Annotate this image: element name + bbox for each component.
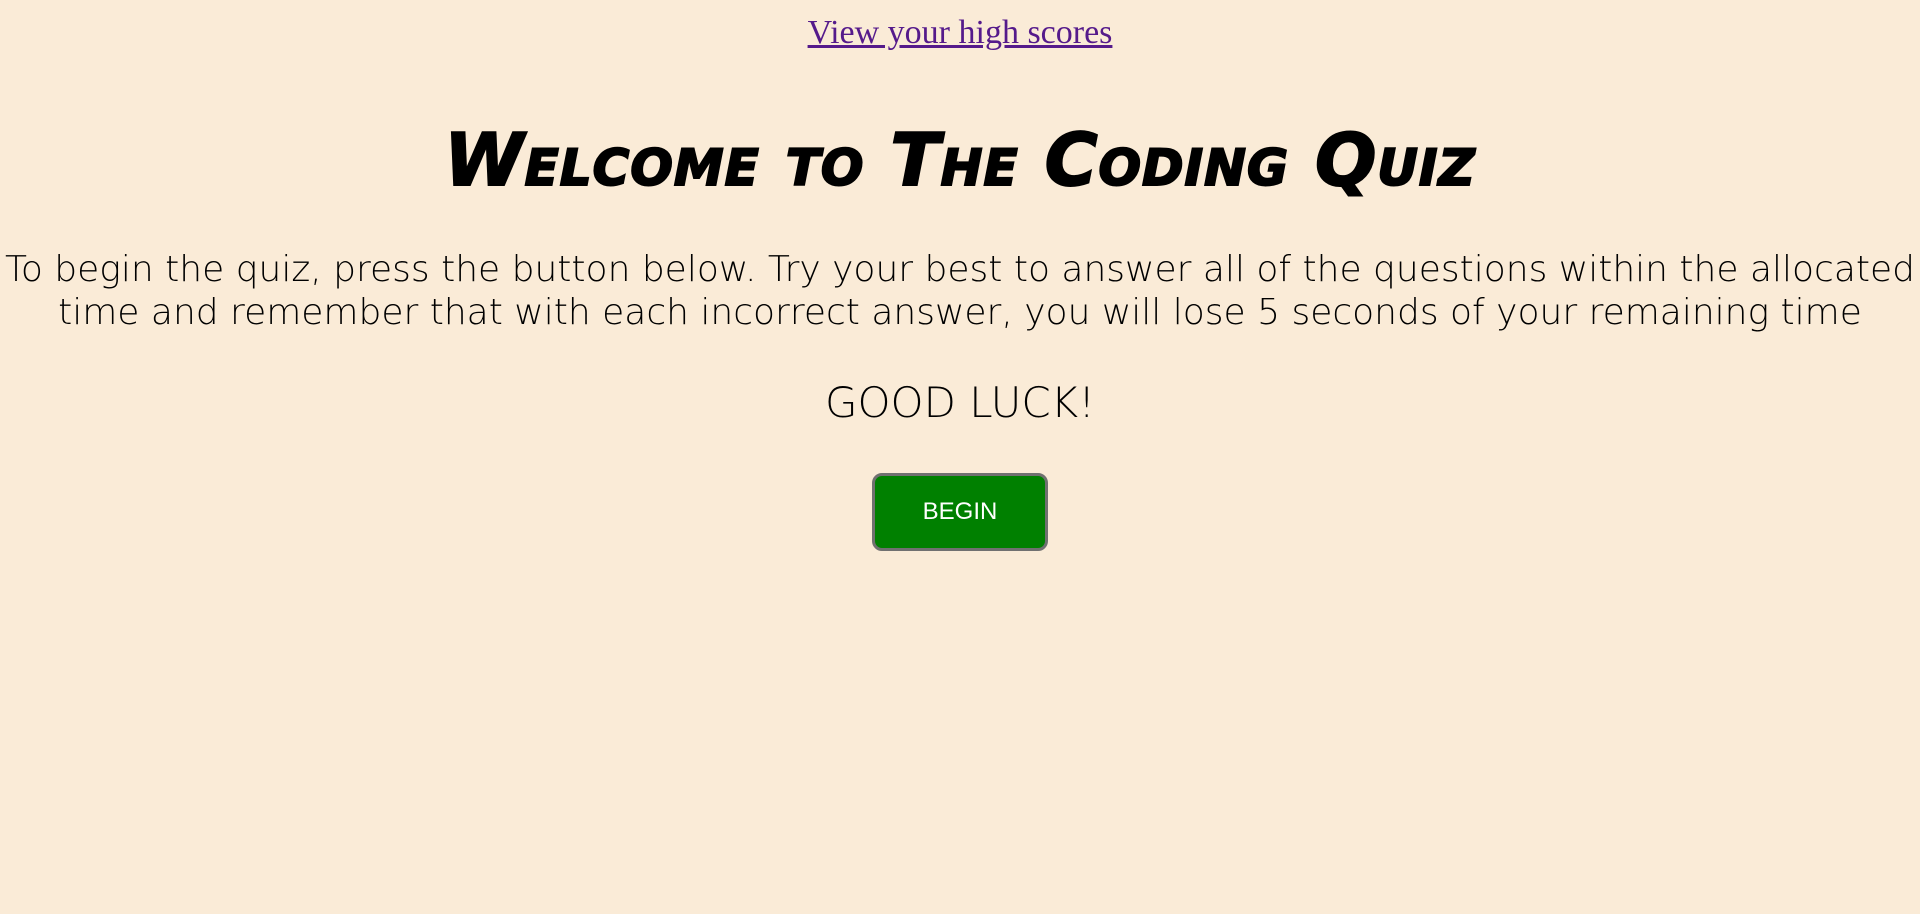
- quiz-instructions: To begin the quiz, press the button belo…: [4, 249, 1916, 333]
- good-luck-message: GOOD LUCK!: [824, 378, 1096, 427]
- high-scores-link[interactable]: View your high scores: [808, 14, 1113, 51]
- page-title: Welcome to The Coding Quiz: [443, 117, 1476, 203]
- high-scores-link-container: View your high scores: [0, 10, 1920, 56]
- begin-button[interactable]: BEGIN: [872, 473, 1048, 551]
